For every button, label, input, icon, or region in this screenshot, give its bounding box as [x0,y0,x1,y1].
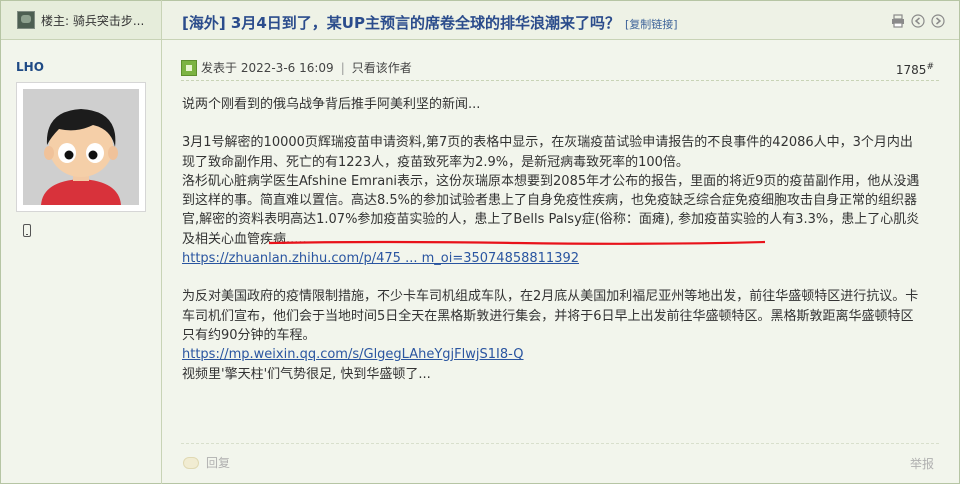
thread-title-wrap: [海外] 3月4日到了，某UP主预言的席卷全球的排华浪潮来了吗？ [复制链接] [182,12,678,33]
reply-icon [183,456,199,469]
mobile-phone-icon [23,224,31,237]
print-icon[interactable] [891,14,905,28]
post-meta: 发表于 2022-3-6 16:09 | 只看该作者 [181,59,412,76]
copy-link-button[interactable]: [复制链接] [625,18,678,31]
post-paragraph: 3月1号解密的10000页辉瑞疫苗申请资料,第7页的表格中显示，在灰瑞疫苗试验申… [182,135,913,170]
floor-owner-bar[interactable]: 楼主: 骑兵突击步... [1,1,161,40]
floor-owner-label[interactable]: 楼主: 骑兵突击步... [41,12,144,29]
floor-number-suffix: # [926,62,934,72]
reply-label: 回复 [206,456,231,470]
post-paragraph: 为反对美国政府的疫情限制措施，不少卡车司机组成车队，在2月底从美国加利福尼亚州等… [182,289,919,343]
author-name[interactable]: LHO [16,60,44,74]
red-underline-annotation [268,240,766,245]
reply-button[interactable]: 回复 [183,454,230,471]
report-button[interactable]: 举报 [910,455,934,472]
meta-divider [181,80,939,81]
next-arrow-icon[interactable] [931,14,945,28]
prev-arrow-icon[interactable] [911,14,925,28]
post-paragraph: 洛杉矶心脏病学医生Afshine Emrani表示，这份灰瑞原本想要到2085年… [182,173,920,247]
meta-separator: | [340,60,345,75]
column-divider [161,0,162,484]
floor-owner-avatar [17,11,35,29]
thread-title: [海外] 3月4日到了，某UP主预言的席卷全球的排华浪潮来了吗？ [182,14,620,32]
thread-header: [海外] 3月4日到了，某UP主预言的席卷全球的排华浪潮来了吗？ [复制链接] [162,1,959,40]
post-paragraph: 说两个刚看到的俄乌战争背后推手阿美利坚的新闻... [182,97,481,112]
header-tools [891,14,945,28]
only-author-link[interactable]: 只看该作者 [352,59,412,76]
weixin-link[interactable]: https://mp.weixin.qq.com/s/GlgegLAheYgjF… [182,347,524,362]
footer-divider [181,443,939,444]
floor-number-value: 1785 [895,63,927,77]
floor-number[interactable]: 1785# [896,62,934,77]
zhihu-link[interactable]: https://zhuanlan.zhihu.com/p/475 ... m_o… [182,251,579,266]
online-status-icon [181,59,197,76]
post-time: 发表于 2022-3-6 16:09 [201,61,334,75]
author-avatar[interactable] [16,82,146,212]
avatar-image [23,89,139,205]
post-paragraph: 视频里'擎天柱'们气势很足, 快到华盛顿了... [182,366,431,382]
